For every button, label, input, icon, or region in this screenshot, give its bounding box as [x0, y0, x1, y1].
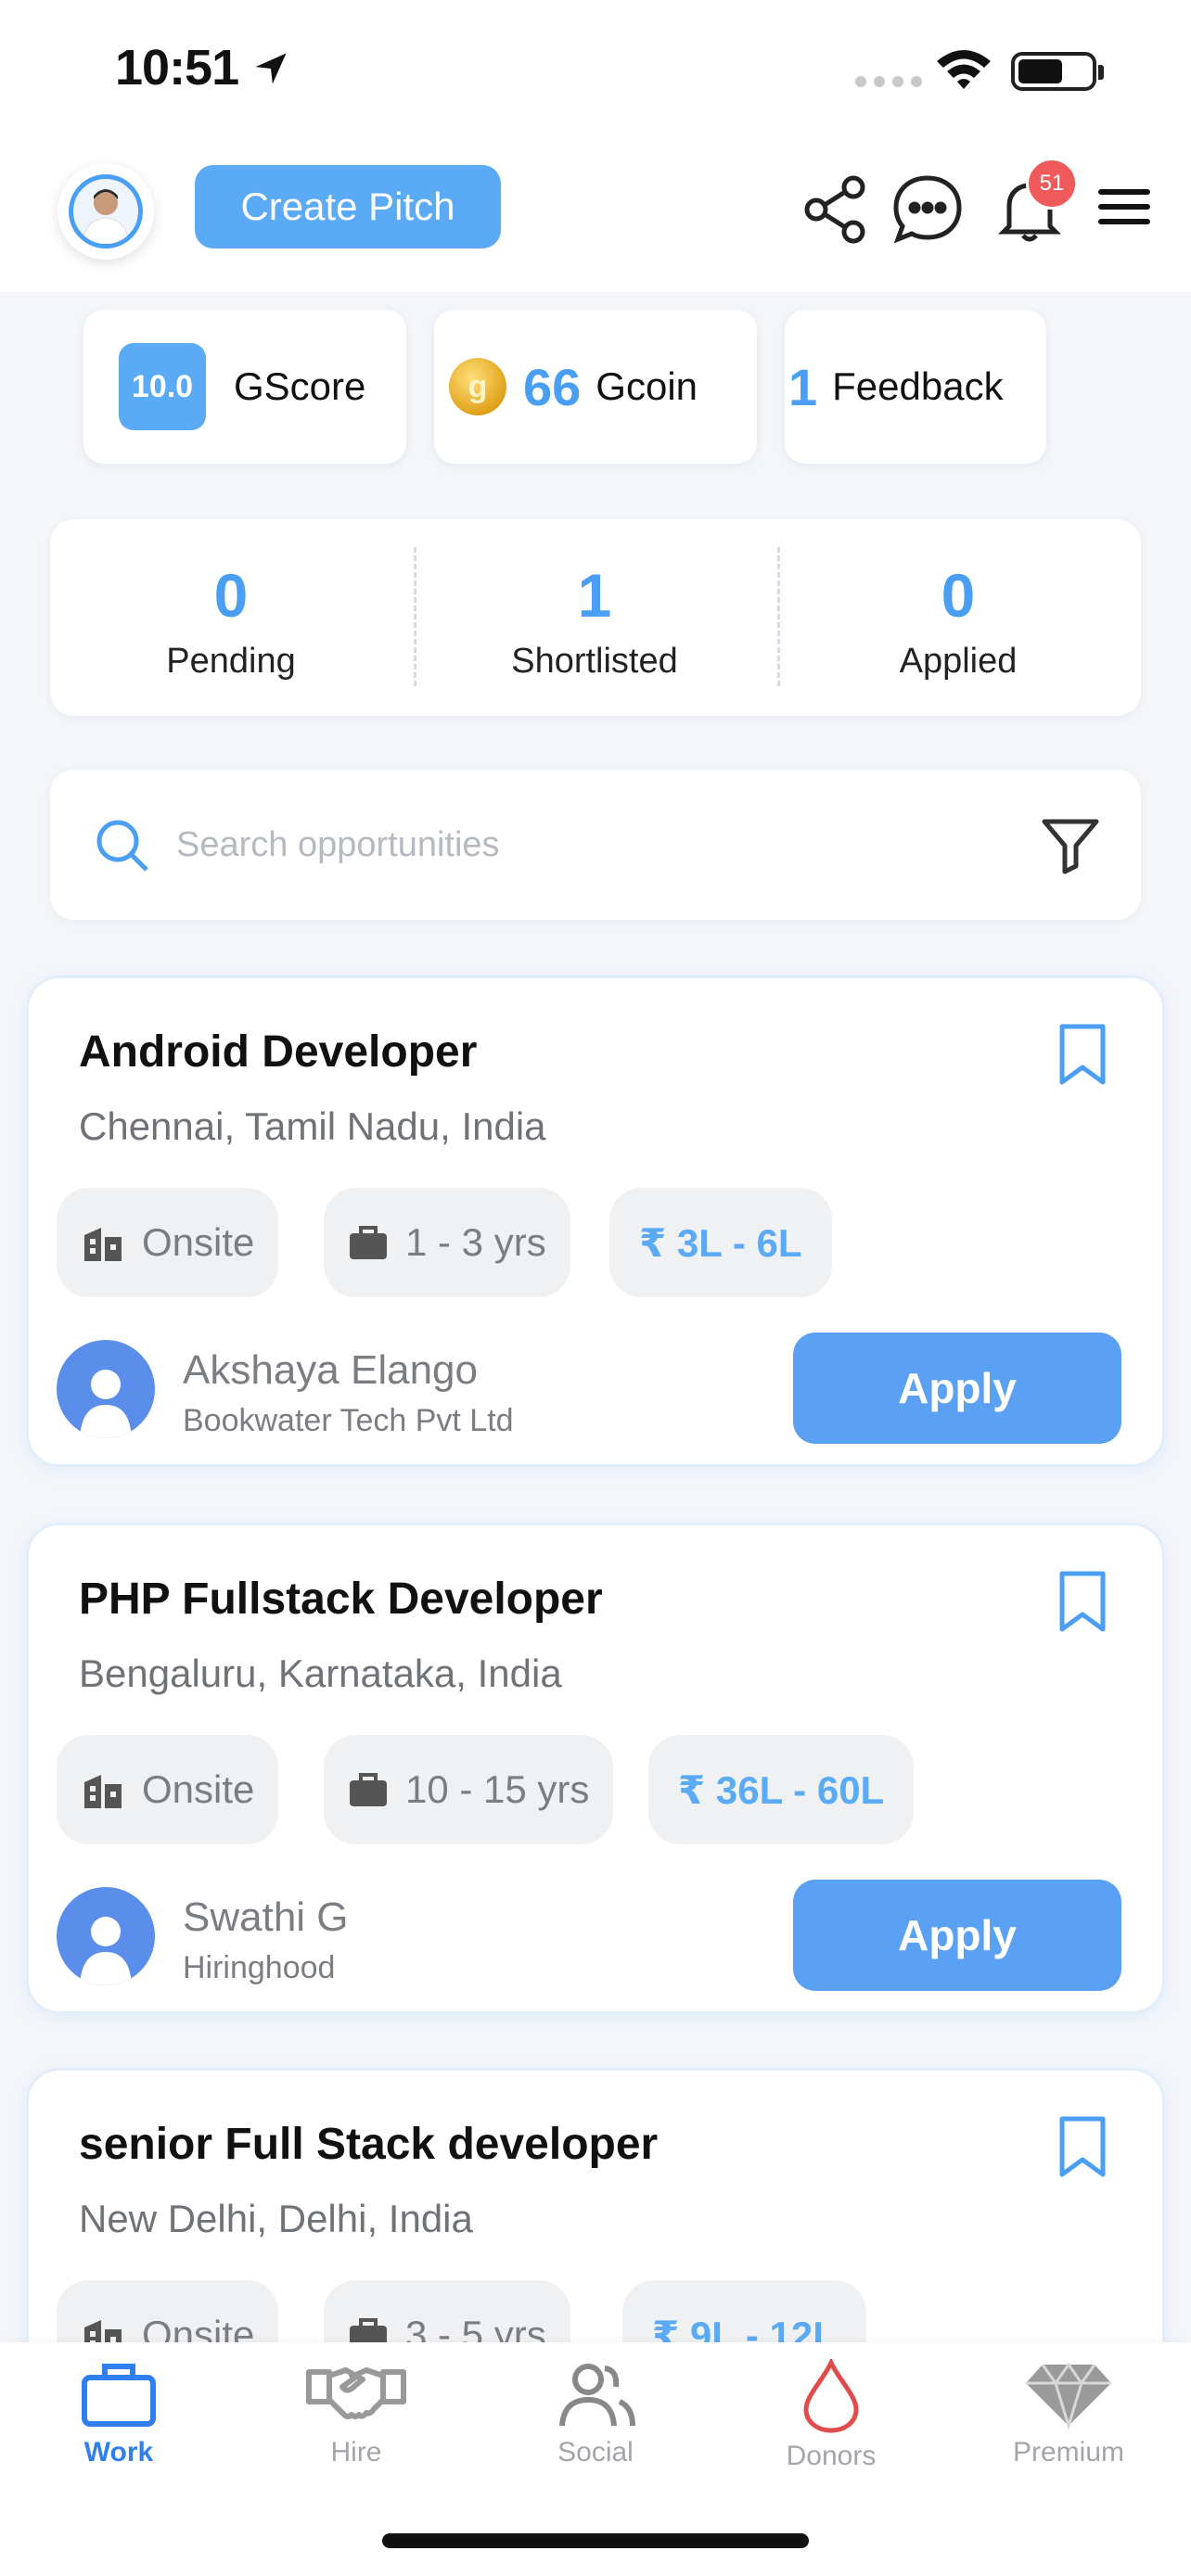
nav-label: Donors — [786, 2441, 877, 2471]
company-name: Hiringhood — [183, 1950, 336, 1985]
wifi-icon — [937, 50, 991, 89]
app-header: Create Pitch 51 — [0, 139, 1191, 292]
user-silhouette-icon — [80, 1370, 132, 1438]
stat-applied[interactable]: 0 Applied — [777, 519, 1139, 716]
experience-text: 1 - 3 yrs — [405, 1220, 546, 1264]
user-silhouette-icon — [80, 1917, 132, 1985]
briefcase-icon — [350, 1773, 387, 1806]
bookmark-icon[interactable] — [1057, 1570, 1108, 1635]
recruiter-avatar — [57, 1887, 155, 1985]
gscore-value: 10.0 — [119, 343, 206, 430]
job-title: senior Full Stack developer — [79, 2120, 659, 2169]
application-stats: 0 Pending 1 Shortlisted 0 Applied — [50, 519, 1141, 716]
bookmark-icon[interactable] — [1057, 1023, 1108, 1088]
handshake-icon — [306, 2367, 406, 2419]
share-icon[interactable] — [800, 172, 874, 247]
job-title: PHP Fullstack Developer — [79, 1575, 603, 1624]
nav-label: Hire — [330, 2437, 382, 2468]
clock: 10:51 — [115, 40, 239, 96]
feedback-value: 1 — [788, 357, 818, 416]
search-bar — [50, 770, 1141, 920]
building-icon — [84, 1775, 122, 1808]
gcoin-label: Gcoin — [596, 364, 698, 408]
company-name: Bookwater Tech Pvt Ltd — [183, 1403, 514, 1438]
stat-value: 1 — [577, 561, 612, 630]
nav-label: Premium — [1012, 2437, 1124, 2468]
stat-label: Applied — [899, 642, 1018, 681]
experience-tag: 1 - 3 yrs — [324, 1188, 570, 1297]
people-icon — [559, 2364, 635, 2427]
nav-premium[interactable]: Premium — [967, 2359, 1171, 2468]
blood-drop-icon — [803, 2359, 859, 2433]
job-title: Android Developer — [79, 1027, 478, 1077]
briefcase-icon — [82, 2364, 156, 2427]
nav-social[interactable]: Social — [493, 2359, 698, 2468]
work-mode-text: Onsite — [142, 1767, 255, 1811]
stat-value: 0 — [213, 561, 249, 630]
gcoin-value: 66 — [523, 357, 582, 416]
recruiter-name: Swathi G — [183, 1894, 349, 1940]
stat-label: Pending — [166, 642, 296, 681]
nav-donors[interactable]: Donors — [729, 2359, 933, 2472]
feedback-chip[interactable]: 1 Feedback — [785, 310, 1046, 464]
stat-shortlisted[interactable]: 1 Shortlisted — [414, 519, 775, 716]
bookmark-icon[interactable] — [1057, 2115, 1108, 2180]
search-icon — [96, 820, 148, 872]
job-card[interactable]: PHP Fullstack Developer Bengaluru, Karna… — [26, 1523, 1165, 2014]
home-indicator[interactable] — [382, 2533, 809, 2548]
profile-avatar[interactable] — [58, 163, 154, 260]
profile-photo-icon — [82, 189, 130, 244]
gscore-label: GScore — [234, 364, 366, 408]
status-bar: 10:51 — [0, 0, 1191, 139]
work-mode-tag: Onsite — [57, 1188, 279, 1297]
recruiter-avatar — [57, 1340, 155, 1438]
stat-value: 0 — [941, 561, 976, 630]
stat-label: Shortlisted — [511, 642, 678, 681]
search-input[interactable] — [176, 816, 974, 874]
apply-button[interactable]: Apply — [793, 1880, 1121, 1991]
feedback-label: Feedback — [832, 364, 1004, 408]
job-location: Bengaluru, Karnataka, India — [79, 1651, 562, 1695]
diamond-icon — [1026, 2362, 1111, 2429]
apply-button[interactable]: Apply — [793, 1333, 1121, 1444]
filter-icon[interactable] — [1041, 816, 1100, 875]
nav-hire[interactable]: Hire — [254, 2359, 458, 2468]
nav-label: Social — [557, 2437, 634, 2468]
location-arrow-icon — [255, 53, 287, 84]
battery-icon — [1011, 52, 1096, 91]
salary-tag: ₹ 36L - 60L — [648, 1735, 915, 1844]
cellular-signal-icon — [855, 76, 922, 87]
building-icon — [84, 1228, 122, 1261]
nav-work[interactable]: Work — [17, 2359, 221, 2468]
gcoin-chip[interactable]: g 66 Gcoin — [434, 310, 757, 464]
gscore-chip[interactable]: 10.0 GScore — [83, 310, 406, 464]
job-location: New Delhi, Delhi, India — [79, 2197, 473, 2240]
nav-label: Work — [83, 2437, 154, 2468]
stat-pending[interactable]: 0 Pending — [50, 519, 412, 716]
battery-tip — [1098, 65, 1104, 80]
notification-badge: 51 — [1026, 158, 1078, 210]
work-mode-tag: Onsite — [57, 1735, 279, 1844]
work-mode-text: Onsite — [142, 1220, 255, 1264]
experience-text: 10 - 15 yrs — [405, 1767, 590, 1811]
menu-icon[interactable] — [1095, 185, 1154, 230]
chat-icon[interactable] — [890, 172, 965, 247]
salary-tag: ₹ 3L - 6L — [609, 1188, 832, 1297]
experience-tag: 10 - 15 yrs — [324, 1735, 614, 1844]
recruiter-name: Akshaya Elango — [183, 1347, 478, 1393]
job-location: Chennai, Tamil Nadu, India — [79, 1104, 546, 1148]
briefcase-icon — [350, 1226, 387, 1259]
gcoin-icon: g — [449, 358, 506, 415]
job-card[interactable]: Android Developer Chennai, Tamil Nadu, I… — [26, 976, 1165, 1467]
create-pitch-button[interactable]: Create Pitch — [195, 165, 501, 249]
